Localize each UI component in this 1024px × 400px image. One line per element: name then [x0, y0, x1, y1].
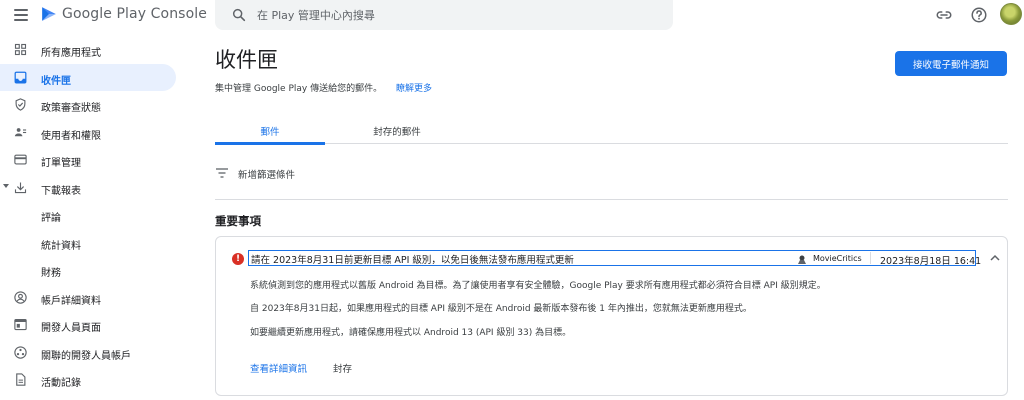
sidebar-subitem-financial[interactable]: 財務 — [0, 256, 180, 284]
sidebar-item-label: 下載報表 — [41, 185, 81, 197]
linked-accounts-icon — [14, 345, 27, 359]
sidebar-item-all-apps[interactable]: 所有應用程式 — [0, 36, 180, 64]
tab-bar: 郵件 封存的郵件 — [215, 119, 1008, 145]
divider — [215, 199, 1008, 200]
error-icon: ! — [232, 253, 244, 265]
page-subtitle: 集中管理 Google Play 傳送給您的郵件。 — [215, 84, 383, 94]
inbox-icon — [14, 71, 27, 83]
play-console-logo-icon — [42, 7, 56, 21]
sidebar-item-label: 訂單管理 — [41, 158, 81, 169]
view-details-link[interactable]: 查看詳細資訊 — [250, 361, 307, 375]
top-bar: Google Play Console — [0, 0, 1024, 32]
message-body-line: 系統偵測到您的應用程式以舊版 Android 為目標。為了讓使用者享有安全體驗，… — [250, 281, 826, 291]
apps-grid-icon — [14, 43, 27, 56]
avatar[interactable] — [1000, 3, 1022, 25]
brand-name[interactable]: Google Play Console — [62, 6, 207, 22]
message-body-line: 如要繼續更新應用程式，請確保應用程式以 Android 13 (API 級別 3… — [250, 328, 572, 338]
section-title: 重要事項 — [215, 214, 261, 228]
archive-button[interactable]: 封存 — [333, 361, 352, 375]
sidebar-item-label: 開發人員頁面 — [41, 323, 101, 334]
sidebar-item-linked-accounts[interactable]: 關聯的開發人員帳戶 — [0, 339, 180, 367]
sidebar-item-label: 所有應用程式 — [41, 48, 101, 59]
sidebar-item-label: 政策審查狀態 — [41, 103, 101, 114]
sidebar-item-label: 財務 — [41, 268, 61, 279]
sidebar-item-label: 活動記錄 — [41, 378, 81, 389]
message-date: 2023年8月18日 16:41 — [880, 256, 982, 267]
account-circle-icon — [14, 290, 27, 304]
message-card[interactable]: ! 請在 2023年8月31日前更新目標 API 級別，以免日後無法發布應用程式… — [215, 236, 1008, 396]
divider — [870, 252, 871, 264]
learn-more-link[interactable]: 瞭解更多 — [396, 81, 432, 94]
sidebar-item-label: 關聯的開發人員帳戶 — [41, 350, 131, 362]
chevron-up-icon[interactable] — [988, 251, 1002, 265]
download-icon — [14, 182, 27, 193]
app-name: MovieCritics — [813, 254, 862, 263]
sidebar-item-developer-page[interactable]: 開發人員頁面 — [0, 311, 180, 339]
message-title[interactable]: 請在 2023年8月31日前更新目標 API 級別，以免日後無法發布應用程式更新 — [248, 250, 976, 266]
tab-messages[interactable]: 郵件 — [215, 119, 325, 145]
document-icon — [16, 373, 26, 386]
sidebar-item-label: 統計資料 — [41, 240, 81, 252]
search-icon — [232, 8, 246, 22]
people-icon — [14, 127, 27, 136]
sidebar-item-policy-status[interactable]: 政策審查狀態 — [0, 91, 180, 119]
sidebar-item-inbox[interactable]: 收件匣 — [0, 63, 176, 91]
app-icon — [798, 255, 806, 264]
search-bar[interactable] — [215, 0, 673, 30]
page-title: 收件匣 — [215, 48, 278, 72]
sidebar-item-label: 使用者和權限 — [41, 130, 101, 142]
sidebar-subitem-statistics[interactable]: 統計資料 — [0, 229, 180, 257]
sidebar: 所有應用程式 收件匣 政策審查狀態 使用者和權限 訂單管理 下載報表 評論 統計… — [0, 36, 180, 394]
email-notifications-button[interactable]: 接收電子郵件通知 — [895, 51, 1007, 76]
sidebar-subitem-reviews[interactable]: 評論 — [0, 201, 180, 229]
add-filter-button[interactable]: 新增篩選條件 — [238, 167, 295, 181]
sidebar-item-activity-log[interactable]: 活動記錄 — [0, 366, 180, 394]
web-page-icon — [14, 318, 27, 331]
chevron-down-icon[interactable] — [3, 183, 9, 188]
sidebar-item-label: 收件匣 — [41, 75, 71, 87]
credit-card-icon — [14, 154, 27, 165]
sidebar-item-label: 評論 — [41, 213, 61, 224]
shield-check-icon — [15, 98, 26, 111]
sidebar-item-account-details[interactable]: 帳戶詳細資料 — [0, 284, 180, 312]
help-icon[interactable] — [970, 6, 988, 24]
sidebar-item-users-permissions[interactable]: 使用者和權限 — [0, 119, 180, 147]
sidebar-item-download-reports[interactable]: 下載報表 — [0, 174, 180, 202]
tab-archived-messages[interactable]: 封存的郵件 — [337, 119, 457, 144]
search-input[interactable] — [257, 6, 657, 24]
sidebar-item-label: 帳戶詳細資料 — [41, 295, 101, 307]
link-icon[interactable] — [935, 6, 953, 24]
filter-icon[interactable] — [216, 168, 228, 178]
message-body-line: 自 2023年8月31日起，如果應用程式的目標 API 級別不是在 Androi… — [250, 304, 752, 314]
menu-icon[interactable] — [14, 9, 28, 21]
sidebar-item-order-management[interactable]: 訂單管理 — [0, 146, 180, 174]
